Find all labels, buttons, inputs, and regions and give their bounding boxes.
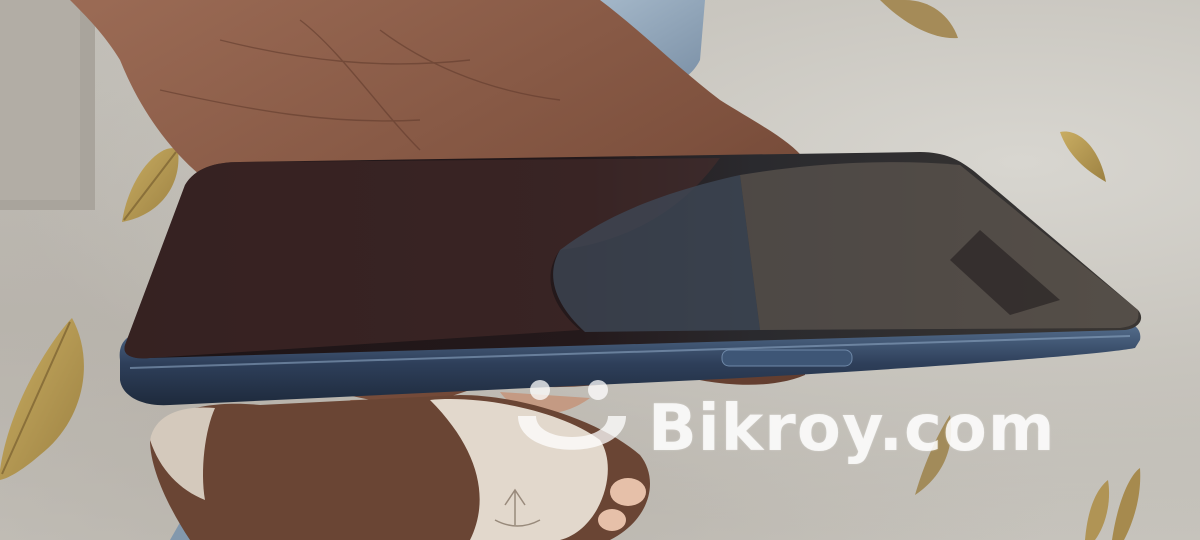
- dry-leaf-top-right: [880, 0, 958, 39]
- dry-leaf-bottom-right: [1085, 468, 1141, 540]
- dry-leaf-right: [1060, 131, 1106, 182]
- watermark-text: Bikroy.com: [648, 392, 1056, 466]
- side-button: [721, 349, 853, 367]
- smartphone: [119, 152, 1142, 406]
- photo-scene: Bikroy.com: [0, 0, 1200, 540]
- bikroy-logo-icon: [518, 380, 626, 450]
- dry-leaf-top-left: [122, 148, 179, 222]
- screen-reflection-floor: [740, 162, 1139, 330]
- dry-leaf-bottom-left: [0, 318, 84, 480]
